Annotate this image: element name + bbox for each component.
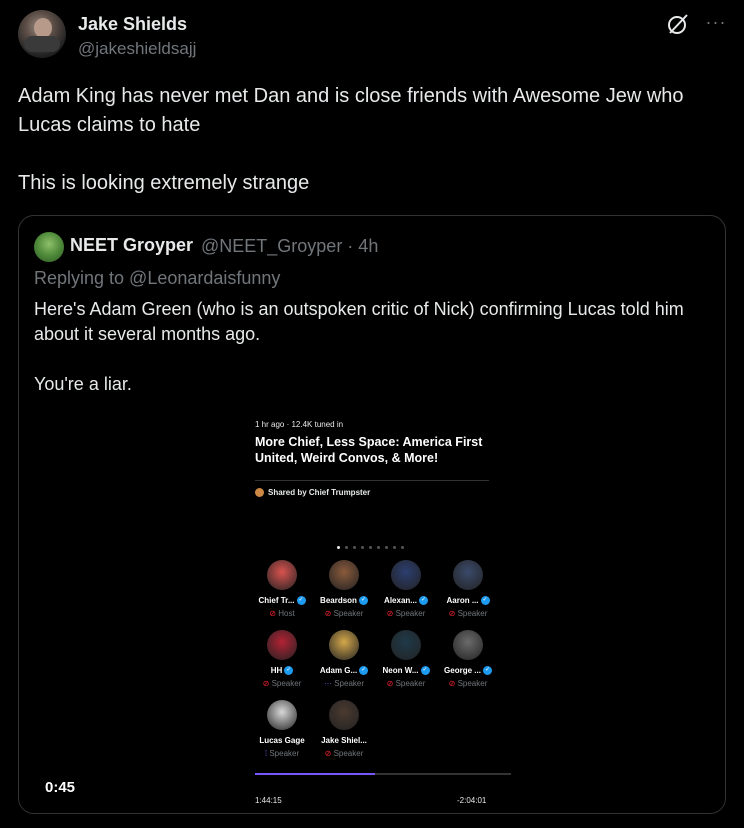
speaker-item[interactable]: Aaron ... ✓ ⊘ Speaker [437,560,499,622]
mic-muted-icon: ⊘ [269,609,279,618]
video-timestamp: 0:45 [45,779,76,796]
grok-icon[interactable] [666,12,690,36]
tweet-header: Jake Shields @jakeshieldsajj ··· [18,10,726,62]
speaker-role: ··· Speaker [323,679,364,688]
speaker-name: Aaron ... ✓ [446,596,490,605]
speaker-name: Adam G... ✓ [319,666,369,675]
speaker-item[interactable]: George ... ✓ ⊘ Speaker [437,630,499,692]
speaker-avatar [267,560,297,590]
speaker-role: ⊘ Speaker [324,609,364,618]
speaker-name: Beardson ✓ [320,596,368,605]
speaker-item[interactable]: Adam G... ✓ ··· Speaker [313,630,375,692]
verified-badge-icon: ✓ [284,666,294,675]
speaker-avatar [329,630,359,660]
more-options-icon[interactable]: ··· [704,10,728,34]
speaker-role: ⊘ Speaker [386,609,426,618]
author-handle[interactable]: @jakeshieldsajj [78,39,196,59]
speaker-avatar [391,560,421,590]
speaker-item[interactable]: Chief Tr... ✓ ⊘ Host [251,560,313,622]
mic-muted-icon: ⊘ [448,609,458,618]
mic-muted-icon: ⊘ [386,609,396,618]
speaker-item[interactable]: Beardson ✓ ⊘ Speaker [313,560,375,622]
speaker-name: Chief Tr... ✓ [258,596,306,605]
space-meta: 1 hr ago · 12.4K tuned in [255,420,344,429]
speaker-name: Alexan... ✓ [384,596,428,605]
speaker-role: ⊘ Host [269,609,295,618]
speaker-item[interactable]: Jake Shiel... ⊘ Speaker [313,700,375,762]
verified-badge-icon: ✓ [296,596,306,605]
replying-to: Replying to @Leonardaisfunny [34,268,281,288]
mic-muted-icon: ⊘ [386,679,396,688]
speaker-role: ⊘ Speaker [448,609,488,618]
speaker-avatar [329,560,359,590]
quote-author-name[interactable]: NEET Groyper [70,235,193,256]
page-dots [337,546,417,552]
speaker-role: ⊘ Speaker [448,679,488,688]
speaker-item[interactable]: Alexan... ✓ ⊘ Speaker [375,560,437,622]
speaker-role: ⊘ Speaker [262,679,302,688]
space-title: More Chief, Less Space: America First Un… [255,435,483,465]
speaker-name: Neon W... ✓ [382,666,430,675]
space-shared-by: Shared by Chief Trumpster [255,488,370,497]
speaker-avatar [267,630,297,660]
shared-by-label: Shared by Chief Trumpster [268,488,371,497]
verified-badge-icon: ✓ [480,596,490,605]
verified-badge-icon: ✓ [420,666,430,675]
speaker-avatar [391,630,421,660]
verified-badge-icon: ✓ [359,666,369,675]
sharer-avatar [255,488,264,497]
quoted-tweet[interactable]: NEET Groyper @NEET_Groyper · 4h Replying… [18,215,726,814]
divider [255,480,489,481]
speaker-name: George ... ✓ [444,666,492,675]
tweet-text: Adam King has never met Dan and is close… [18,85,684,194]
verified-badge-icon: ✓ [482,666,492,675]
verified-badge-icon: ✓ [358,596,368,605]
speaker-avatar [453,560,483,590]
speaker-name: Jake Shiel... [321,736,367,745]
verified-badge-icon: ✓ [418,596,428,605]
progress-bar[interactable] [255,773,511,775]
author-name[interactable]: Jake Shields [78,14,187,35]
speaker-avatar [267,700,297,730]
space-card: 1 hr ago · 12.4K tuned in More Chief, Le… [243,396,499,813]
speaker-item[interactable]: HH ✓ ⊘ Speaker [251,630,313,692]
speaker-role: ⊘ Speaker [386,679,426,688]
remaining-time: -2:04:01 [457,796,487,805]
speaker-name: Lucas Gage [259,736,305,745]
speaker-role: ⁞ Speaker [264,749,300,758]
speaker-avatar [329,700,359,730]
speaking-icon: ··· [323,679,335,688]
mic-muted-icon: ⊘ [324,749,334,758]
author-avatar[interactable] [18,10,66,58]
mic-muted-icon: ⊘ [324,609,334,618]
speaker-avatar [453,630,483,660]
mic-muted-icon: ⊘ [262,679,272,688]
elapsed-time: 1:44:15 [255,796,282,805]
speaker-item[interactable]: Neon W... ✓ ⊘ Speaker [375,630,437,692]
speaker-name: HH ✓ [270,666,294,675]
quote-text: Here's Adam Green (who is an outspoken c… [34,299,684,394]
mic-muted-icon: ⊘ [448,679,458,688]
speaker-role: ⊘ Speaker [324,749,364,758]
video-player[interactable]: 1 hr ago · 12.4K tuned in More Chief, Le… [19,396,725,813]
quote-author-handle[interactable]: @NEET_Groyper · 4h [201,236,378,257]
speaker-item[interactable]: Lucas Gage ⁞ Speaker [251,700,313,762]
quote-author-avatar[interactable] [34,232,64,262]
